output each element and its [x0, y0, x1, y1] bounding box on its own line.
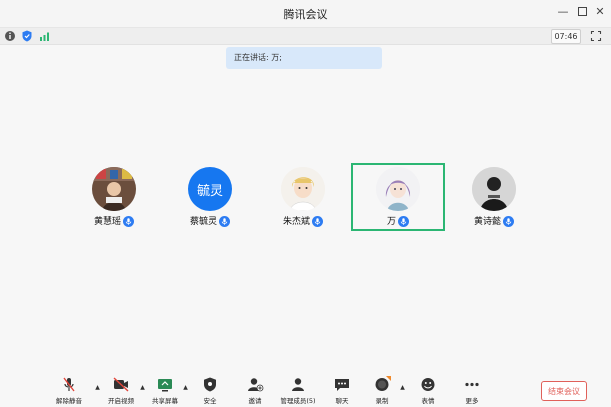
security-shield-icon [204, 377, 216, 392]
shield-icon[interactable] [21, 29, 33, 43]
participant-tile-active[interactable]: 万 [358, 167, 438, 231]
share-options-caret-icon[interactable]: ▲ [182, 384, 189, 391]
audio-options-caret-icon[interactable]: ▲ [94, 384, 101, 391]
reaction-button[interactable]: 表情 [414, 376, 442, 406]
avatar: 毓灵 [188, 167, 232, 211]
participant-name-row: 黄诗懿 [454, 214, 534, 227]
mic-icon [219, 216, 230, 227]
participant-tile[interactable]: 黄诗懿 [454, 167, 534, 231]
speaking-banner: 正在讲话: 万; [226, 47, 382, 69]
more-dots-icon [465, 382, 479, 387]
more-button[interactable]: 更多 [458, 376, 486, 406]
mic-icon [123, 216, 134, 227]
participant-name: 黄诗懿 [473, 217, 501, 227]
meeting-timer: 07:46 [551, 29, 581, 44]
invite-label: 邀请 [248, 397, 262, 405]
window-title: 腾讯会议 [283, 8, 328, 21]
record-options-caret-icon[interactable]: ▲ [399, 384, 406, 391]
share-screen-label: 共享屏幕 [152, 397, 178, 405]
fullscreen-icon[interactable] [590, 29, 602, 43]
security-button[interactable]: 安全 [196, 376, 224, 406]
chat-label: 聊天 [335, 397, 349, 405]
avatar [472, 167, 516, 211]
participant-name-row: 蔡毓灵 [170, 214, 250, 227]
reaction-label: 表情 [421, 397, 435, 405]
minimize-icon[interactable]: — [555, 4, 571, 20]
record-icon [375, 376, 391, 391]
more-label: 更多 [465, 397, 479, 405]
share-screen-icon [158, 379, 172, 392]
share-screen-button[interactable]: 共享屏幕 [148, 376, 182, 406]
mic-icon [312, 216, 323, 227]
avatar [92, 167, 136, 211]
start-video-label: 开启视频 [108, 397, 134, 405]
avatar [376, 167, 420, 211]
participant-name: 黄慧瑶 [93, 217, 121, 227]
video-options-caret-icon[interactable]: ▲ [139, 384, 146, 391]
start-video-button[interactable]: 开启视频 [104, 376, 138, 406]
maximize-icon[interactable] [574, 4, 590, 20]
end-meeting-button[interactable]: 结束会议 [541, 381, 587, 401]
manage-members-label: 管理成员(5) [280, 397, 316, 405]
participant-name: 朱杰斌 [282, 217, 310, 227]
mic-speaking-icon [398, 216, 409, 227]
security-label: 安全 [203, 397, 217, 405]
avatar [281, 167, 325, 211]
status-bar: 07:46 [0, 28, 611, 45]
mic-icon [503, 216, 514, 227]
participant-tile[interactable]: 朱杰斌 [263, 167, 343, 231]
participant-tile[interactable]: 毓灵 蔡毓灵 [170, 167, 250, 231]
avatar-text: 毓灵 [196, 183, 223, 199]
mic-muted-icon [63, 377, 75, 392]
record-button[interactable]: 录制 [368, 376, 396, 406]
participant-name-row: 朱杰斌 [263, 214, 343, 227]
participant-name: 蔡毓灵 [189, 217, 217, 227]
participant-name-row: 黄慧瑶 [74, 214, 154, 227]
unmute-label: 解除静音 [56, 397, 82, 405]
title-bar: 腾讯会议 — ✕ [0, 0, 611, 28]
record-label: 录制 [375, 397, 389, 405]
participant-name-row: 万 [358, 214, 438, 227]
close-icon[interactable]: ✕ [592, 4, 608, 20]
participant-name: 万 [386, 217, 396, 227]
members-icon [292, 378, 304, 391]
chat-icon [335, 379, 349, 391]
emoji-icon [421, 378, 435, 391]
manage-members-button[interactable]: 管理成员(5) [276, 376, 320, 406]
signal-icon[interactable] [39, 29, 51, 43]
invite-user-icon [248, 378, 264, 392]
chat-button[interactable]: 聊天 [328, 376, 356, 406]
info-icon[interactable] [4, 29, 16, 43]
invite-button[interactable]: 邀请 [240, 376, 270, 406]
unmute-button[interactable]: 解除静音 [52, 376, 86, 406]
participant-tile[interactable]: 黄慧瑶 [74, 167, 154, 231]
video-off-icon [113, 377, 129, 392]
